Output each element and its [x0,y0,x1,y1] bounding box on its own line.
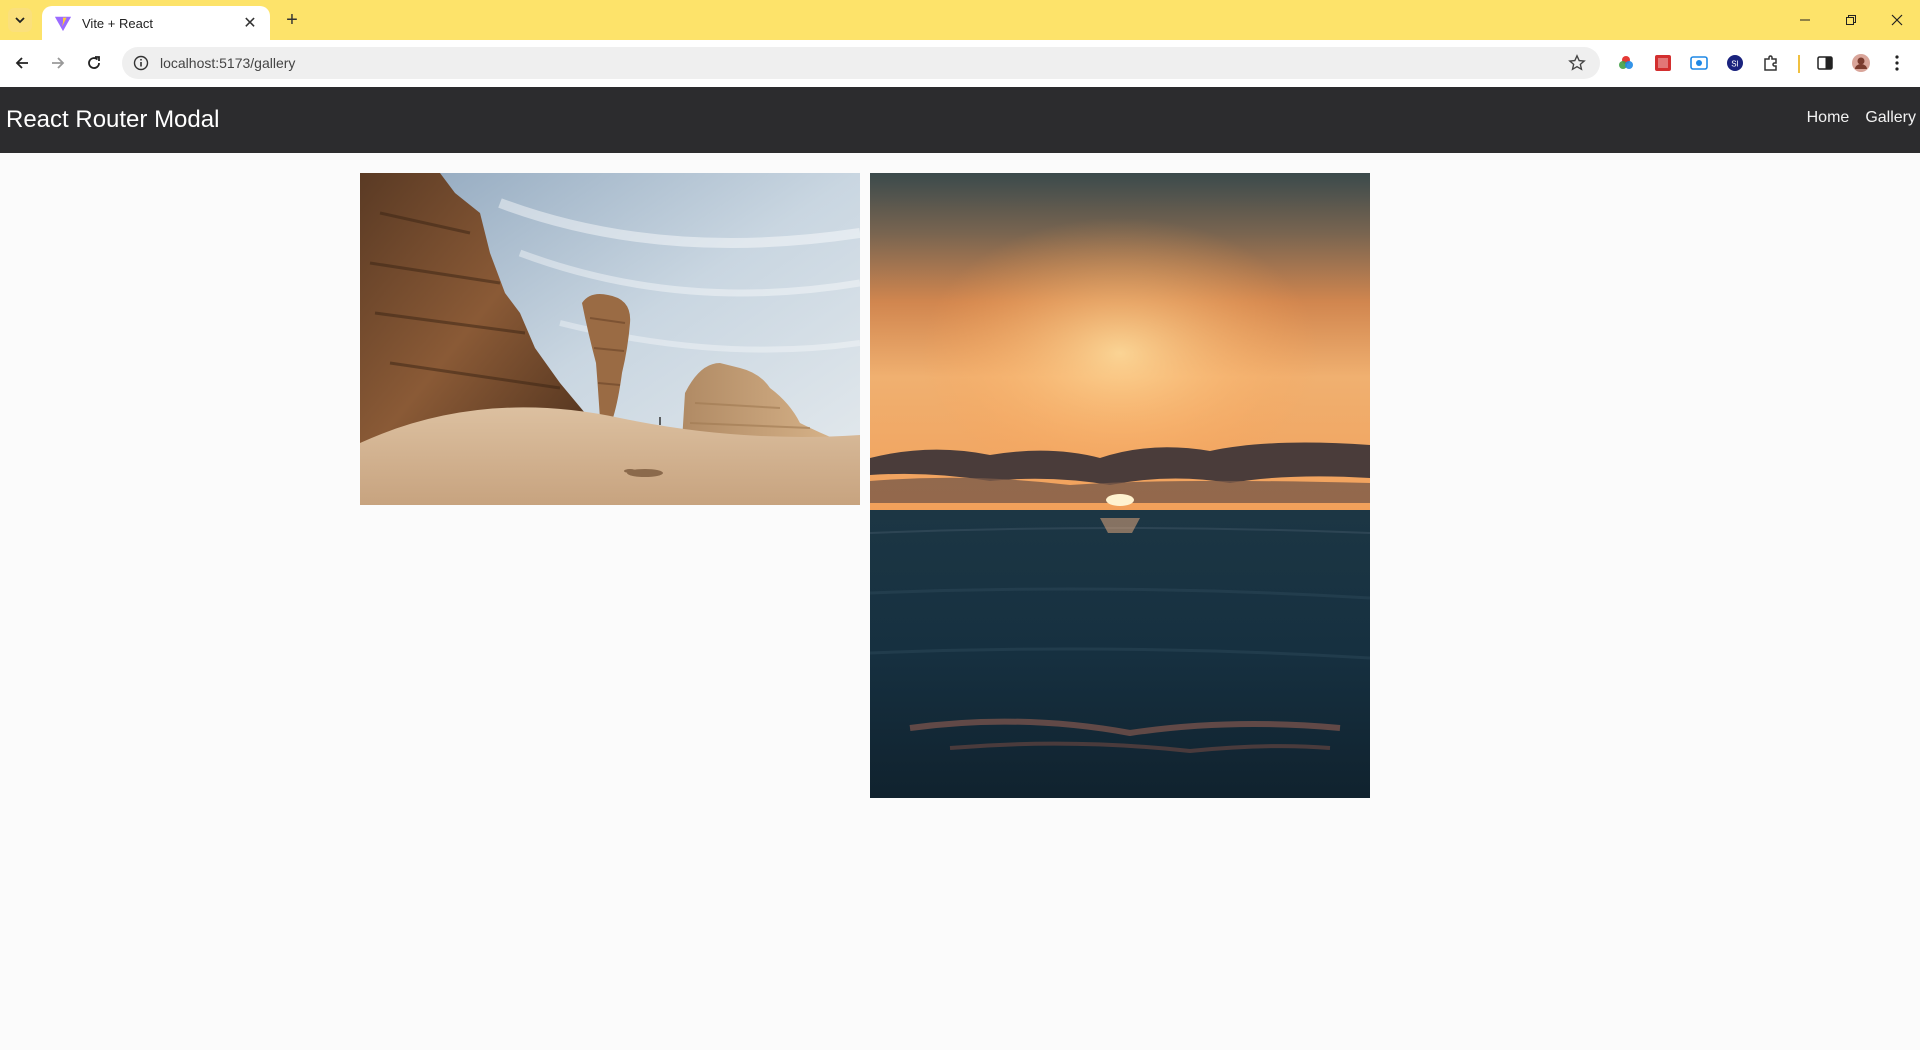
minimize-button[interactable] [1782,0,1828,40]
brand-title[interactable]: React Router Modal [6,106,219,134]
nav-link-gallery[interactable]: Gallery [1865,109,1916,127]
gallery-grid [360,173,1370,798]
side-panel-icon[interactable] [1814,52,1836,74]
close-window-button[interactable] [1874,0,1920,40]
bookmark-star-icon[interactable] [1566,52,1588,74]
vite-logo-icon [54,16,72,32]
site-info-icon[interactable] [132,54,150,72]
red-extension-icon[interactable] [1652,52,1674,74]
tab-search-button[interactable] [8,8,32,32]
nav-links: Home Gallery [1807,109,1916,127]
puzzle-icon[interactable] [1760,52,1782,74]
new-tab-button[interactable]: + [280,8,304,32]
browser-tab[interactable]: Vite + React ✕ [42,6,270,40]
url-text[interactable]: localhost:5173/gallery [160,55,1566,71]
color-wheel-icon[interactable] [1615,52,1637,74]
arrow-left-icon [15,57,28,69]
restore-button[interactable] [1828,0,1874,40]
ocean-sunset-image[interactable] [870,173,1370,798]
app-navbar: React Router Modal Home Gallery [0,87,1920,153]
kebab-menu-icon[interactable] [1886,52,1908,74]
si-badge-icon[interactable]: SI [1724,52,1746,74]
browser-tab-bar: Vite + React ✕ + [0,0,1920,40]
forward-button[interactable] [44,49,72,77]
tab-close-icon[interactable]: ✕ [240,13,260,33]
chevron-down-icon [15,17,25,24]
tab-title: Vite + React [82,15,153,31]
nav-link-home[interactable]: Home [1807,109,1850,127]
window-controls [1782,0,1920,40]
desert-rock-formations-image[interactable] [360,173,860,505]
reload-icon [88,56,100,69]
browser-toolbar: localhost:5173/gallery SI [0,40,1920,88]
close-icon [1891,14,1903,26]
svg-text:SI: SI [1731,60,1739,69]
toolbar-divider [1798,55,1800,73]
restore-icon [1846,15,1856,25]
minimize-icon [1800,19,1810,21]
camera-extension-icon[interactable] [1688,52,1710,74]
arrow-right-icon [52,57,65,69]
address-bar[interactable]: localhost:5173/gallery [122,47,1600,79]
back-button[interactable] [8,49,36,77]
reload-button[interactable] [80,49,108,77]
profile-avatar-icon[interactable] [1850,52,1872,74]
